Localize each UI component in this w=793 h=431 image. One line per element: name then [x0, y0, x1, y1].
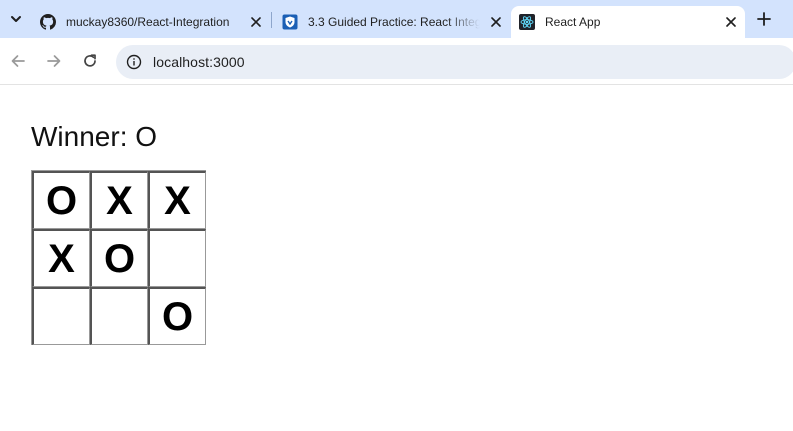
tab-title: 3.3 Guided Practice: React Integ: [308, 15, 480, 29]
react-icon: [519, 14, 535, 30]
chevron-down-icon: [11, 16, 21, 22]
game-board: O X X X O O: [31, 170, 206, 345]
board-row: X O: [32, 229, 206, 287]
address-bar[interactable]: localhost:3000: [116, 45, 793, 79]
tab-separator: [271, 12, 272, 28]
tab-strip: muckay8360/React-Integration 3.3 Guided …: [0, 0, 793, 38]
arrow-left-icon: [11, 55, 25, 67]
tab-guided-practice[interactable]: 3.3 Guided Practice: React Integ: [282, 6, 504, 38]
page-content: Winner: O O X X X O O: [0, 86, 793, 431]
tab-search-button[interactable]: [4, 7, 28, 31]
tab-title: React App: [545, 15, 601, 29]
square-2[interactable]: X: [148, 171, 206, 229]
shield-icon: [282, 14, 298, 30]
square-3[interactable]: X: [32, 229, 90, 287]
tab-react-app[interactable]: React App: [519, 6, 739, 38]
game-status: Winner: O: [31, 121, 158, 152]
tab-github[interactable]: muckay8360/React-Integration: [40, 6, 264, 38]
square-1[interactable]: X: [90, 171, 148, 229]
square-8[interactable]: O: [148, 287, 206, 345]
square-0[interactable]: O: [32, 171, 90, 229]
arrow-right-icon: [47, 55, 61, 67]
tab-title: muckay8360/React-Integration: [66, 15, 230, 29]
browser-toolbar: localhost:3000: [0, 38, 793, 85]
new-tab-button[interactable]: [752, 7, 776, 31]
reload-icon: [84, 54, 96, 67]
plus-icon: [757, 12, 771, 26]
close-icon[interactable]: [488, 14, 504, 30]
close-icon[interactable]: [723, 14, 739, 30]
back-button[interactable]: [6, 49, 30, 73]
square-6[interactable]: [32, 287, 90, 345]
reload-button[interactable]: [78, 49, 102, 73]
close-icon[interactable]: [248, 14, 264, 30]
board-row: O X X: [32, 171, 206, 229]
square-4[interactable]: O: [90, 229, 148, 287]
forward-button[interactable]: [42, 49, 66, 73]
square-5[interactable]: [148, 229, 206, 287]
square-7[interactable]: [90, 287, 148, 345]
info-icon[interactable]: [124, 52, 144, 72]
url-text: localhost:3000: [153, 54, 245, 70]
github-icon: [40, 14, 56, 30]
board-row: O: [32, 287, 206, 345]
